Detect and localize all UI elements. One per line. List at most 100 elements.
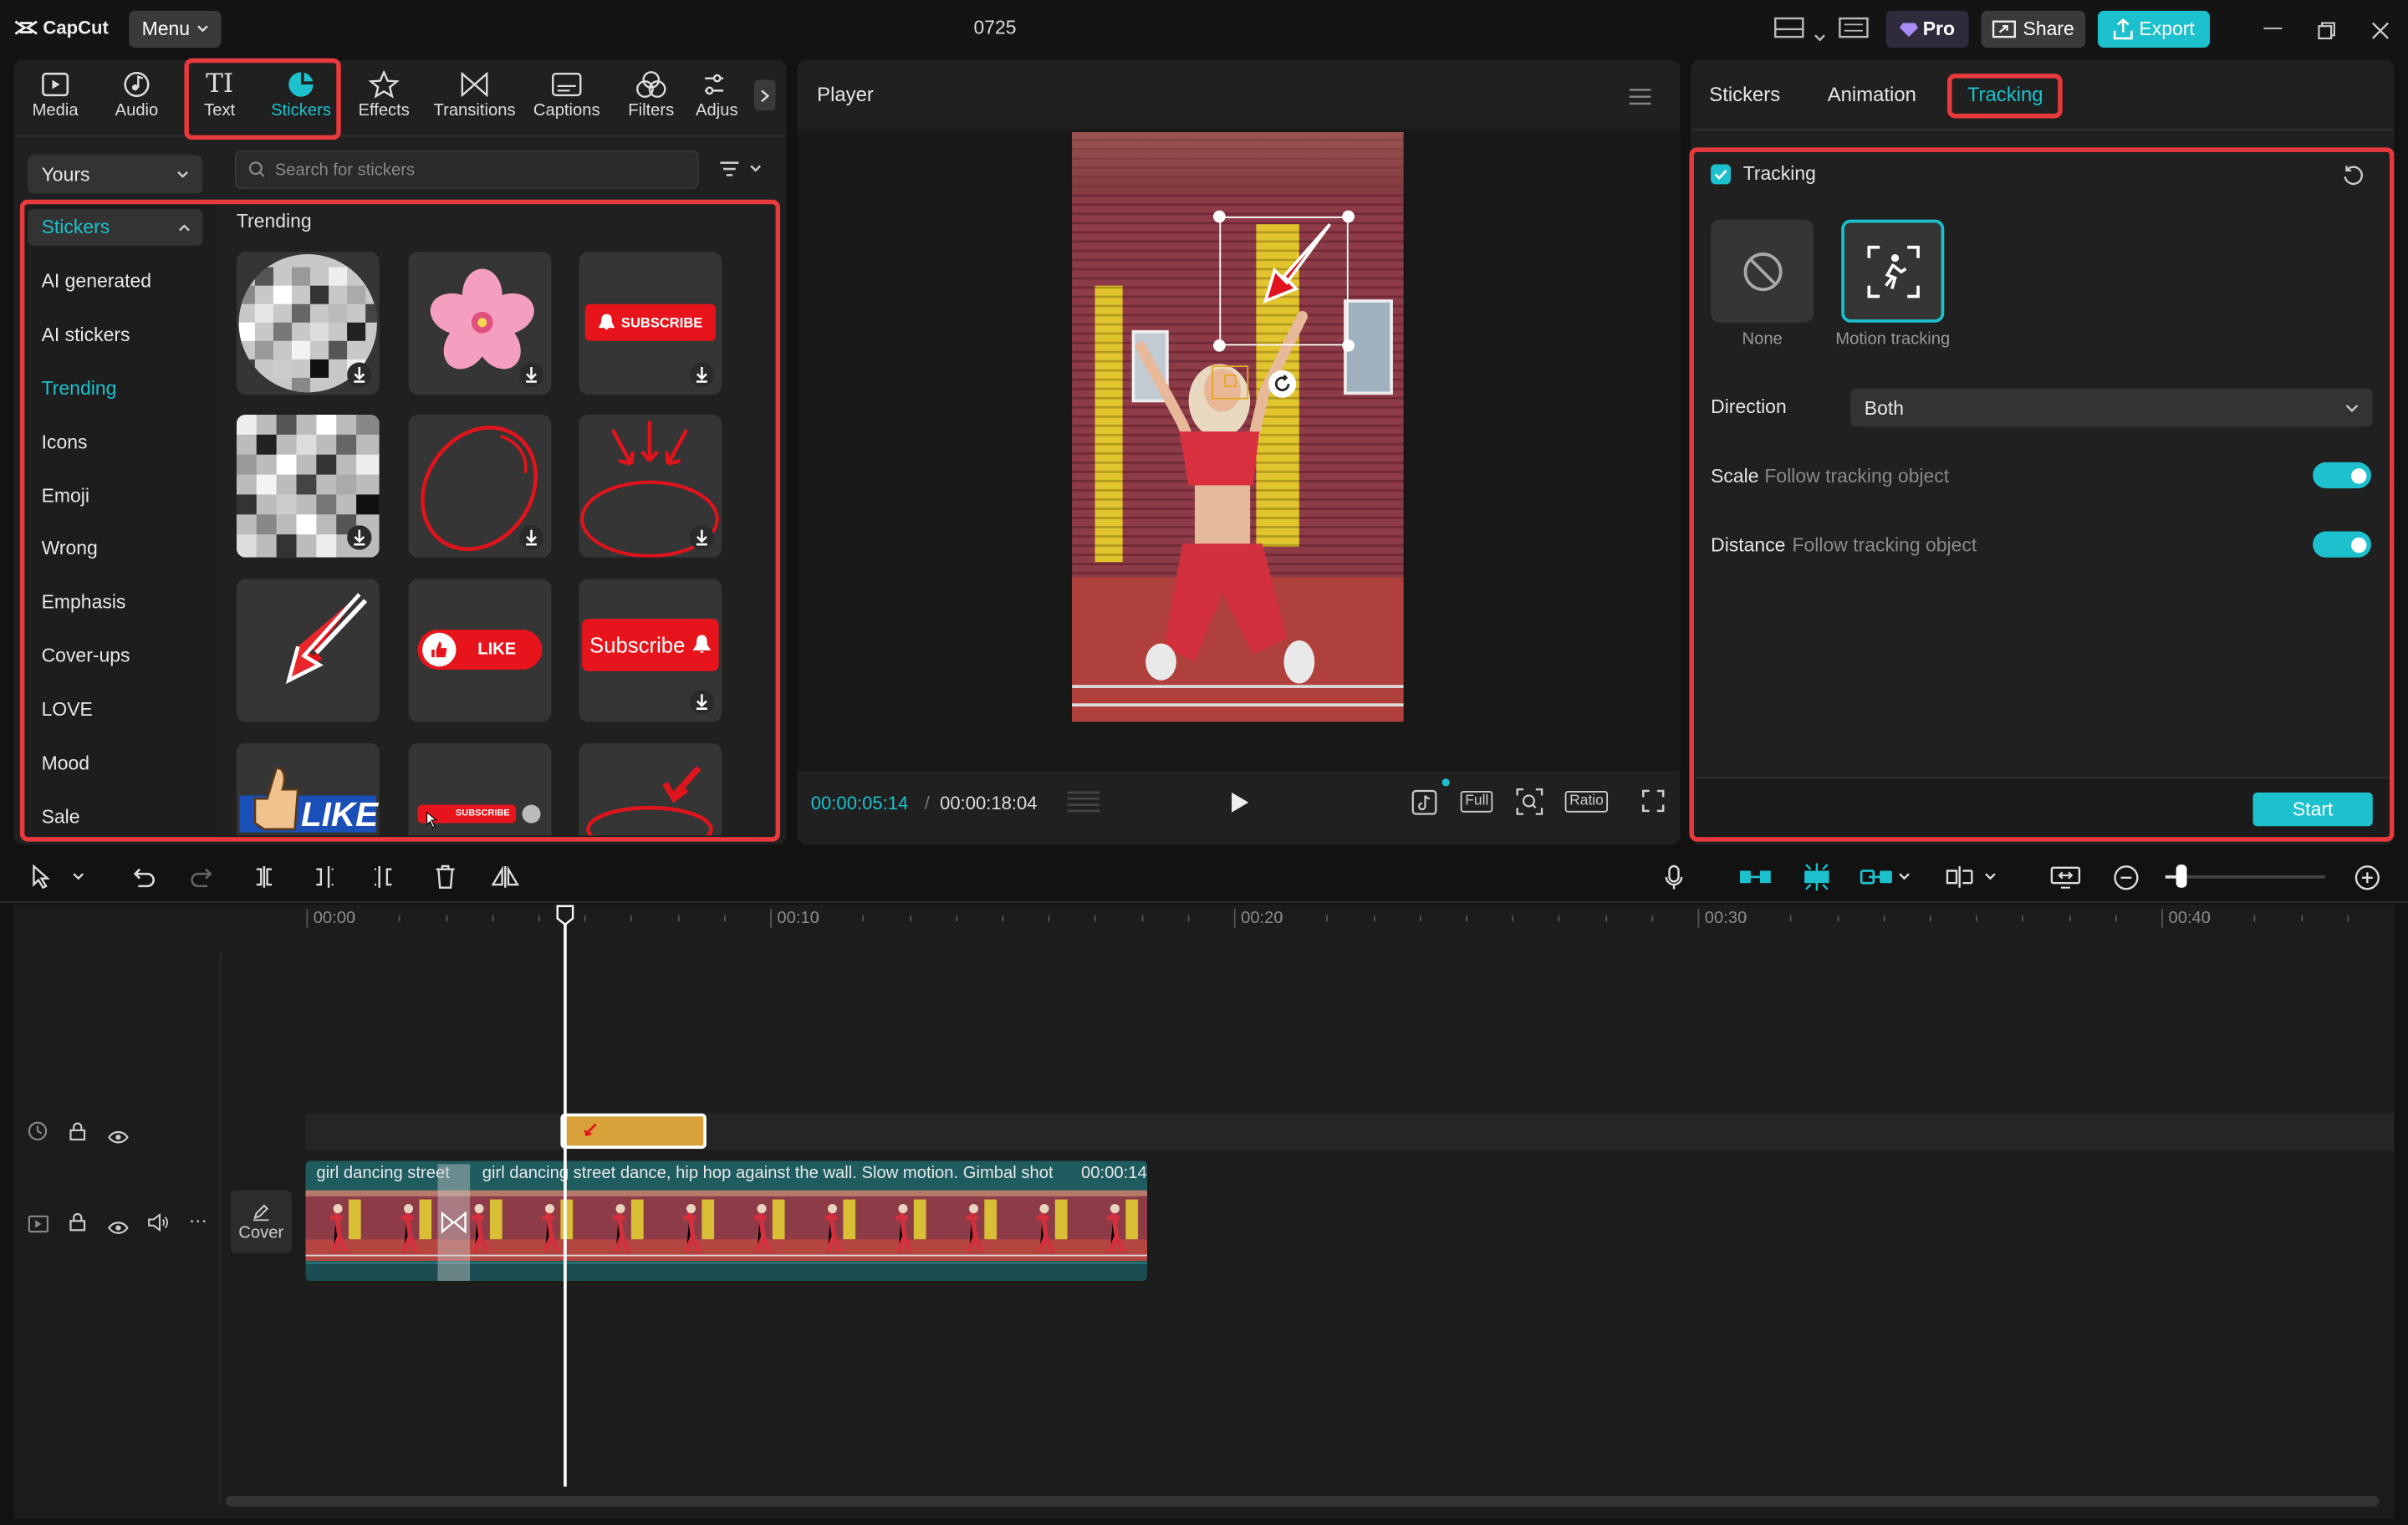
delete-button[interactable] xyxy=(428,860,462,894)
tab-adjust[interactable]: Adjus xyxy=(696,68,747,129)
sticker-red-arrow[interactable] xyxy=(236,579,380,722)
preview-axis-dropdown[interactable] xyxy=(1980,860,2002,894)
layout-chevron-icon[interactable] xyxy=(1814,23,1826,51)
search-input[interactable]: Search for stickers xyxy=(235,150,699,189)
download-icon[interactable] xyxy=(347,525,372,550)
tab-audio[interactable]: Audio xyxy=(103,68,171,129)
select-tool-button[interactable] xyxy=(24,860,58,894)
category-wrong[interactable]: Wrong xyxy=(28,530,202,567)
sticker-subscribe-small[interactable]: SUBSCRIBE xyxy=(408,743,552,836)
tiktok-preview-icon[interactable] xyxy=(1411,786,1439,824)
auto-snap-button[interactable] xyxy=(1797,860,1837,894)
sticker-arrows-circle[interactable] xyxy=(579,414,722,558)
sticker-track-lock-icon[interactable] xyxy=(69,1121,86,1149)
category-emphasis[interactable]: Emphasis xyxy=(28,584,202,620)
tab-stickers[interactable]: Stickers xyxy=(264,68,338,129)
undo-button[interactable] xyxy=(126,860,160,894)
download-icon[interactable] xyxy=(689,362,715,387)
export-button[interactable]: Export xyxy=(2097,10,2211,48)
tab-transitions[interactable]: Transitions xyxy=(430,68,519,129)
delete-right-button[interactable] xyxy=(367,860,400,894)
category-ai-generated[interactable]: AI generated xyxy=(28,263,202,299)
tabs-scroll-right-button[interactable] xyxy=(753,79,776,111)
fit-timeline-button[interactable] xyxy=(2048,860,2082,894)
fullscreen-icon[interactable] xyxy=(1641,789,1665,820)
tab-media[interactable]: Media xyxy=(22,68,89,129)
tracking-option-motion[interactable] xyxy=(1841,219,1945,323)
category-trending[interactable]: Trending xyxy=(28,370,202,407)
download-icon[interactable] xyxy=(518,525,544,550)
main-track-magnet-button[interactable] xyxy=(1736,860,1776,894)
timecode-list-icon[interactable] xyxy=(1066,789,1103,822)
category-icons[interactable]: Icons xyxy=(28,424,202,461)
timeline-scrollbar[interactable] xyxy=(226,1496,2380,1507)
main-track-more-icon[interactable]: ⋯ xyxy=(189,1210,207,1232)
direction-select[interactable]: Both xyxy=(1850,388,2373,427)
sticker-pixel-mosaic[interactable] xyxy=(236,414,380,558)
category-emoji[interactable]: Emoji xyxy=(28,477,202,514)
zoom-in-button[interactable] xyxy=(2349,860,2383,894)
tab-captions[interactable]: Captions xyxy=(530,68,604,129)
sticker-red-scribble-circle[interactable] xyxy=(408,414,552,558)
distance-toggle[interactable] xyxy=(2313,531,2371,558)
resize-handle-tr[interactable] xyxy=(1342,210,1355,223)
player-menu-icon[interactable] xyxy=(1628,86,1652,114)
resize-handle-tl[interactable] xyxy=(1213,210,1226,223)
sticker-like-big[interactable]: LIKE xyxy=(236,743,380,836)
sticker-track-eye-icon[interactable] xyxy=(108,1125,130,1152)
cover-button[interactable]: Cover xyxy=(230,1190,292,1253)
pro-button[interactable]: Pro xyxy=(1885,10,1969,48)
download-icon[interactable] xyxy=(689,689,715,715)
source-dropdown[interactable]: Yours xyxy=(28,155,203,194)
layout-icon[interactable] xyxy=(1773,17,1804,46)
tracking-option-none[interactable] xyxy=(1711,219,1814,323)
resize-handle-bl[interactable] xyxy=(1213,339,1226,352)
play-button[interactable] xyxy=(1228,791,1250,822)
zoom-slider-thumb[interactable] xyxy=(2176,865,2187,888)
sticker-bounding-box[interactable] xyxy=(1219,216,1349,346)
redo-button[interactable] xyxy=(186,860,219,894)
sticker-pixel-circle[interactable] xyxy=(236,252,380,395)
filter-sort-button[interactable] xyxy=(719,160,762,178)
sticker-subscribe-button[interactable]: Subscribe xyxy=(579,579,722,722)
tracking-target-box[interactable] xyxy=(1212,365,1249,400)
download-icon[interactable] xyxy=(347,362,372,387)
full-quality-button[interactable]: Full xyxy=(1460,790,1493,813)
zoom-fit-icon[interactable] xyxy=(1516,788,1543,823)
tab-effects[interactable]: Effects xyxy=(350,68,418,129)
download-icon[interactable] xyxy=(518,362,544,387)
menu-button[interactable]: Menu xyxy=(129,10,222,48)
tab-stickers-inspector[interactable]: Stickers xyxy=(1709,83,1780,106)
sticker-pink-flower[interactable] xyxy=(408,252,552,395)
microphone-button[interactable] xyxy=(1657,860,1691,894)
category-love[interactable]: LOVE xyxy=(28,691,202,728)
video-clip[interactable]: girl dancing street girl dancing street … xyxy=(305,1160,1148,1281)
delete-left-button[interactable] xyxy=(307,860,340,894)
sticker-like-button[interactable]: LIKE xyxy=(408,579,552,722)
category-mood[interactable]: Mood xyxy=(28,745,202,782)
playhead-handle[interactable] xyxy=(556,905,574,934)
split-button[interactable] xyxy=(247,860,281,894)
zoom-out-button[interactable] xyxy=(2109,860,2142,894)
sticker-subscribe-badge[interactable]: SUBSCRIBE xyxy=(579,252,722,395)
resize-handle-br[interactable] xyxy=(1342,339,1355,352)
scale-toggle[interactable] xyxy=(2313,462,2371,489)
rotate-handle-icon[interactable] xyxy=(1268,370,1297,398)
category-ai-stickers[interactable]: AI stickers xyxy=(28,316,202,353)
tab-filters[interactable]: Filters xyxy=(617,68,685,129)
select-tool-dropdown[interactable] xyxy=(61,860,94,894)
reset-icon[interactable] xyxy=(2342,165,2364,194)
transition-marker[interactable] xyxy=(437,1164,471,1281)
tab-text[interactable]: TI Text xyxy=(186,68,253,129)
tab-tracking[interactable]: Tracking xyxy=(1967,83,2043,106)
main-track-eye-icon[interactable] xyxy=(108,1215,130,1242)
share-button[interactable]: Share xyxy=(1981,10,2086,48)
restore-icon[interactable] xyxy=(2318,20,2336,48)
start-tracking-button[interactable]: Start xyxy=(2252,792,2373,827)
linkage-button[interactable] xyxy=(1857,860,1897,894)
tab-animation[interactable]: Animation xyxy=(1828,83,1916,106)
preview-axis-button[interactable] xyxy=(1942,860,1976,894)
sticker-arrow-circle[interactable] xyxy=(579,743,722,836)
linkage-dropdown[interactable] xyxy=(1894,860,1916,894)
download-icon[interactable] xyxy=(689,525,715,550)
